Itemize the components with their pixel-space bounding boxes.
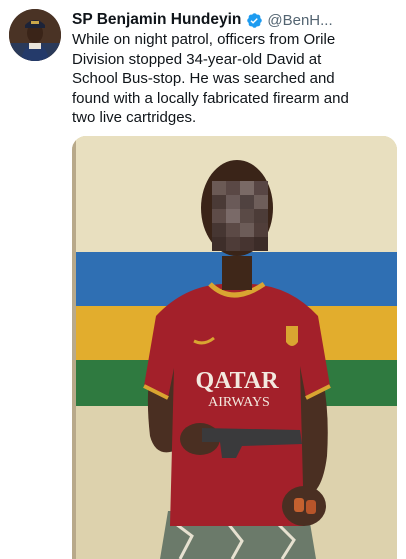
tweet-photo[interactable]: QATAR AIRWAYS <box>72 136 397 559</box>
verified-badge-icon <box>247 12 263 28</box>
tweet-text: While on night patrol, officers from Ori… <box>72 31 349 127</box>
author-name[interactable]: SP Benjamin Hundeyin <box>72 11 241 29</box>
tweet-header: SP Benjamin Hundeyin @BenH... <box>72 9 398 31</box>
tweet-card[interactable]: SP Benjamin Hundeyin @BenH... While on n… <box>0 0 406 559</box>
cartridge <box>306 500 316 514</box>
author-avatar[interactable] <box>9 9 61 61</box>
face-blur <box>212 181 268 251</box>
cartridge <box>294 498 304 512</box>
photo-image: QATAR AIRWAYS <box>72 136 397 559</box>
author-handle[interactable]: @BenH... <box>267 12 332 29</box>
avatar-photo <box>9 9 61 61</box>
jersey-text-line2: AIRWAYS <box>208 395 270 410</box>
jersey-text-line1: QATAR <box>195 368 279 394</box>
